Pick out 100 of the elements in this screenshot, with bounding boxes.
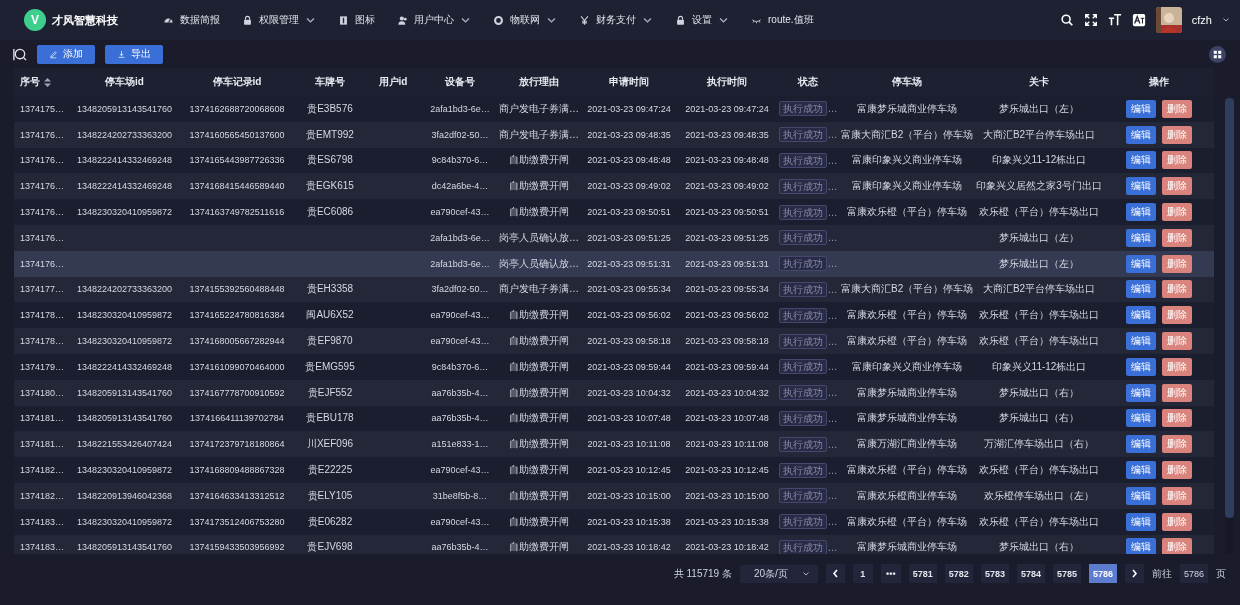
avatar[interactable] (1155, 7, 1182, 33)
edit-button[interactable]: 编辑 (1126, 228, 1156, 247)
edit-button[interactable]: 编辑 (1126, 280, 1156, 299)
table-row[interactable]: 1374180… 1348205913143541760 1374167778700910592 贵EJF552 aa76b35b-4… 自助缴费开闸 2021-03-23 10:04:32 2021-03-23 10:04:32 执行成功 … 富康梦乐城商业停车场 梦乐城出口（右） 编辑 删除 (14, 379, 1214, 406)
next-page-button[interactable] (1125, 564, 1144, 583)
edit-button[interactable]: 编辑 (1126, 151, 1156, 170)
edit-button[interactable]: 编辑 (1126, 461, 1156, 480)
overflow-ellipsis: … (827, 129, 838, 141)
toolbar-button[interactable]: 添加 (37, 44, 95, 64)
edit-button[interactable]: 编辑 (1126, 306, 1156, 325)
grid-icon[interactable] (1209, 45, 1226, 63)
users-icon (397, 14, 408, 26)
table-row[interactable]: 1374177… 1348224202733363200 1374155392560488448 贵EH3358 3fa2df02-50… 商户发电子券满… 2021-03-23 09:55:34 2021-03-23 09:55:34 执行成功 … 富康大商汇B2（平台）停车场 大商汇B2平台停车场出口 编辑 删除 (14, 276, 1214, 303)
fullscreen-icon[interactable] (1083, 13, 1098, 27)
delete-button[interactable]: 删除 (1162, 435, 1192, 454)
table-cell: 2021-03-23 09:48:48 (685, 155, 769, 166)
table-row[interactable]: 1374181… 1348221553426407424 1374172379718180864 川XEF096 a151e833-1… 自助缴费开闸 2021-03-23 10:11:08 2021-03-23 10:11:08 执行成功 … 富康万湖汇商业停车场 万湖汇停车场出口（右） 编辑 删除 (14, 431, 1214, 458)
table-row[interactable]: 1374183… 1348205913143541760 1374159433503956992 贵EJV698 aa76b35b-4… 自助缴费开闸 2021-03-23 10:18:42 2021-03-23 10:18:42 执行成功 … 富康梦乐城商业停车场 梦乐城出口（右） 编辑 删除 (14, 534, 1214, 554)
table-cell: 1374176… (20, 207, 65, 218)
edit-button[interactable]: 编辑 (1126, 383, 1156, 402)
nav-menu-item[interactable]: route.值班 (742, 9, 823, 31)
page-button[interactable]: 5782 (944, 564, 973, 583)
page-button[interactable]: 5783 (980, 564, 1009, 583)
table-cell: 万湖汇停车场出口（右） (984, 438, 1094, 450)
table-cell: 1374176… (20, 232, 65, 243)
column-header: 放行理由 (519, 75, 559, 89)
username[interactable]: cfzh (1191, 14, 1212, 26)
page-button[interactable]: 5784 (1016, 564, 1045, 583)
table-cell: 1348224202733363200 (76, 129, 173, 140)
page-button[interactable]: 5785 (1052, 564, 1081, 583)
toolbar-button[interactable]: 导出 (105, 44, 163, 64)
page-button[interactable]: 5786 (1088, 564, 1117, 583)
edit-button[interactable]: 编辑 (1126, 512, 1156, 531)
edit-button[interactable]: 编辑 (1126, 486, 1156, 505)
delete-button[interactable]: 删除 (1162, 486, 1192, 505)
delete-button[interactable]: 删除 (1162, 512, 1192, 531)
edit-button[interactable]: 编辑 (1126, 99, 1156, 118)
page-button[interactable]: ••• (880, 564, 901, 583)
page-button[interactable]: 5781 (908, 564, 937, 583)
prev-page-button[interactable] (825, 564, 845, 583)
table-cell: 1348230320410959872 (76, 516, 173, 527)
table-cell: 2021-03-23 10:15:38 (685, 516, 769, 527)
table-cell: ea790cef-43… (430, 207, 490, 218)
edit-button[interactable]: 编辑 (1126, 332, 1156, 351)
delete-button[interactable]: 删除 (1162, 538, 1192, 554)
nav-menu-item[interactable]: 设置 (666, 9, 738, 31)
column-header: 状态 (798, 75, 818, 89)
nav-menu-item[interactable]: 数据简报 (154, 9, 229, 31)
table-cell: ea790cef-43… (430, 310, 490, 321)
edit-button[interactable]: 编辑 (1126, 177, 1156, 196)
edit-button[interactable]: 编辑 (1126, 125, 1156, 144)
table-cell: 富康欢乐橙商业停车场 (856, 489, 957, 501)
font-size-icon[interactable] (1107, 13, 1122, 27)
edit-button[interactable]: 编辑 (1126, 435, 1156, 454)
delete-button[interactable]: 删除 (1162, 228, 1192, 247)
delete-button[interactable]: 删除 (1162, 357, 1192, 376)
table-row[interactable]: 1374176… 1348224202733363200 1374160565450137600 贵EMT992 3fa2df02-50… 商户发电子券满… 2021-03-23 09:48:35 2021-03-23 09:48:35 执行成功 … 富康大商汇B2（平台）停车场 大商汇B2平台停车场出口 编辑 删除 (14, 121, 1214, 148)
delete-button[interactable]: 删除 (1162, 306, 1192, 325)
delete-button[interactable]: 删除 (1162, 254, 1192, 273)
goto-page-field[interactable]: 5786 (1180, 564, 1208, 583)
nav-menu-item[interactable]: 物联网 (484, 9, 566, 31)
edit-button[interactable]: 编辑 (1126, 254, 1156, 273)
table-row[interactable]: 1374176… 1348222414332469248 1374168415446589440 贵EGK615 dc42a6be-4… 自助缴费开闸 2021-03-23 09:49:02 2021-03-23 09:49:02 执行成功 … 富康印象兴义商业停车场 印象兴义居然之家3号门出口 编辑 删除 (14, 173, 1214, 200)
delete-button[interactable]: 删除 (1162, 383, 1192, 402)
table-row[interactable]: 1374178… 1348230320410959872 1374168005667282944 贵EF9870 ea790cef-43… 自助缴费开闸 2021-03-23 09:58:18 2021-03-23 09:58:18 执行成功 … 富康欢乐橙（平台）停车场 欢乐橙（平台）停车场出口 编辑 删除 (14, 328, 1214, 354)
page-button[interactable]: 1 (852, 564, 873, 583)
table-cell: 2021-03-23 10:04:32 (587, 387, 671, 398)
edit-button[interactable]: 编辑 (1126, 357, 1156, 376)
search-icon[interactable] (12, 46, 27, 62)
delete-button[interactable]: 删除 (1162, 151, 1192, 170)
edit-button[interactable]: 编辑 (1126, 203, 1156, 222)
delete-button[interactable]: 删除 (1162, 332, 1192, 351)
delete-button[interactable]: 删除 (1162, 177, 1192, 196)
table-cell: 富康万湖汇商业停车场 (856, 438, 957, 450)
nav-menu-item[interactable]: 权限管理 (233, 9, 325, 31)
table-cell: 31be8f5b-8… (432, 490, 488, 501)
delete-button[interactable]: 删除 (1162, 461, 1192, 480)
nav-menu-item[interactable]: 图标 (329, 9, 384, 31)
edit-button[interactable]: 编辑 (1126, 538, 1156, 554)
translate-icon[interactable] (1131, 13, 1146, 27)
column-header: 关卡 (1029, 75, 1049, 89)
scrollbar[interactable] (1225, 98, 1234, 554)
delete-button[interactable]: 删除 (1162, 280, 1192, 299)
table-row[interactable]: 1374176… 2afa1bd3-6e… 岗亭人员确认放… 2021-03-23 09:51:25 2021-03-23 09:51:25 执行成功 … 梦乐城出口（左） 编辑 删除 (14, 225, 1214, 251)
delete-button[interactable]: 删除 (1162, 409, 1192, 428)
page-suffix: 页 (1216, 566, 1226, 581)
edit-button[interactable]: 编辑 (1126, 409, 1156, 428)
nav-menu-item[interactable]: 用户中心 (388, 9, 480, 31)
table-row[interactable]: 1374182… 1348220913946042368 1374164633413312512 贵ELY105 31be8f5b-8… 自助缴费开闸 2021-03-23 10:15:00 2021-03-23 10:15:00 执行成功 … 富康欢乐橙商业停车场 欢乐橙停车场出口（左） 编辑 删除 (14, 482, 1214, 509)
search-icon[interactable] (1059, 13, 1074, 27)
delete-button[interactable]: 删除 (1162, 125, 1192, 144)
highlighted-row[interactable]: 1374176… 2afa1bd3-6e… 岗亭人员确认放… 2021-03-23 09:51:31 2021-03-23 09:51:31 执行成功 … 梦乐城出口（左） 编辑 删除 (14, 250, 1214, 277)
table-cell: 3fa2df02-50… (431, 284, 489, 295)
status-tag: 执行成功 (778, 101, 827, 117)
sort-icon[interactable] (44, 77, 51, 87)
delete-button[interactable]: 删除 (1162, 203, 1192, 222)
overflow-ellipsis: … (827, 258, 838, 270)
nav-menu-item[interactable]: 财务支付 (570, 9, 662, 31)
page-size-select[interactable]: 20条/页 (739, 564, 818, 583)
delete-button[interactable]: 删除 (1162, 99, 1192, 118)
